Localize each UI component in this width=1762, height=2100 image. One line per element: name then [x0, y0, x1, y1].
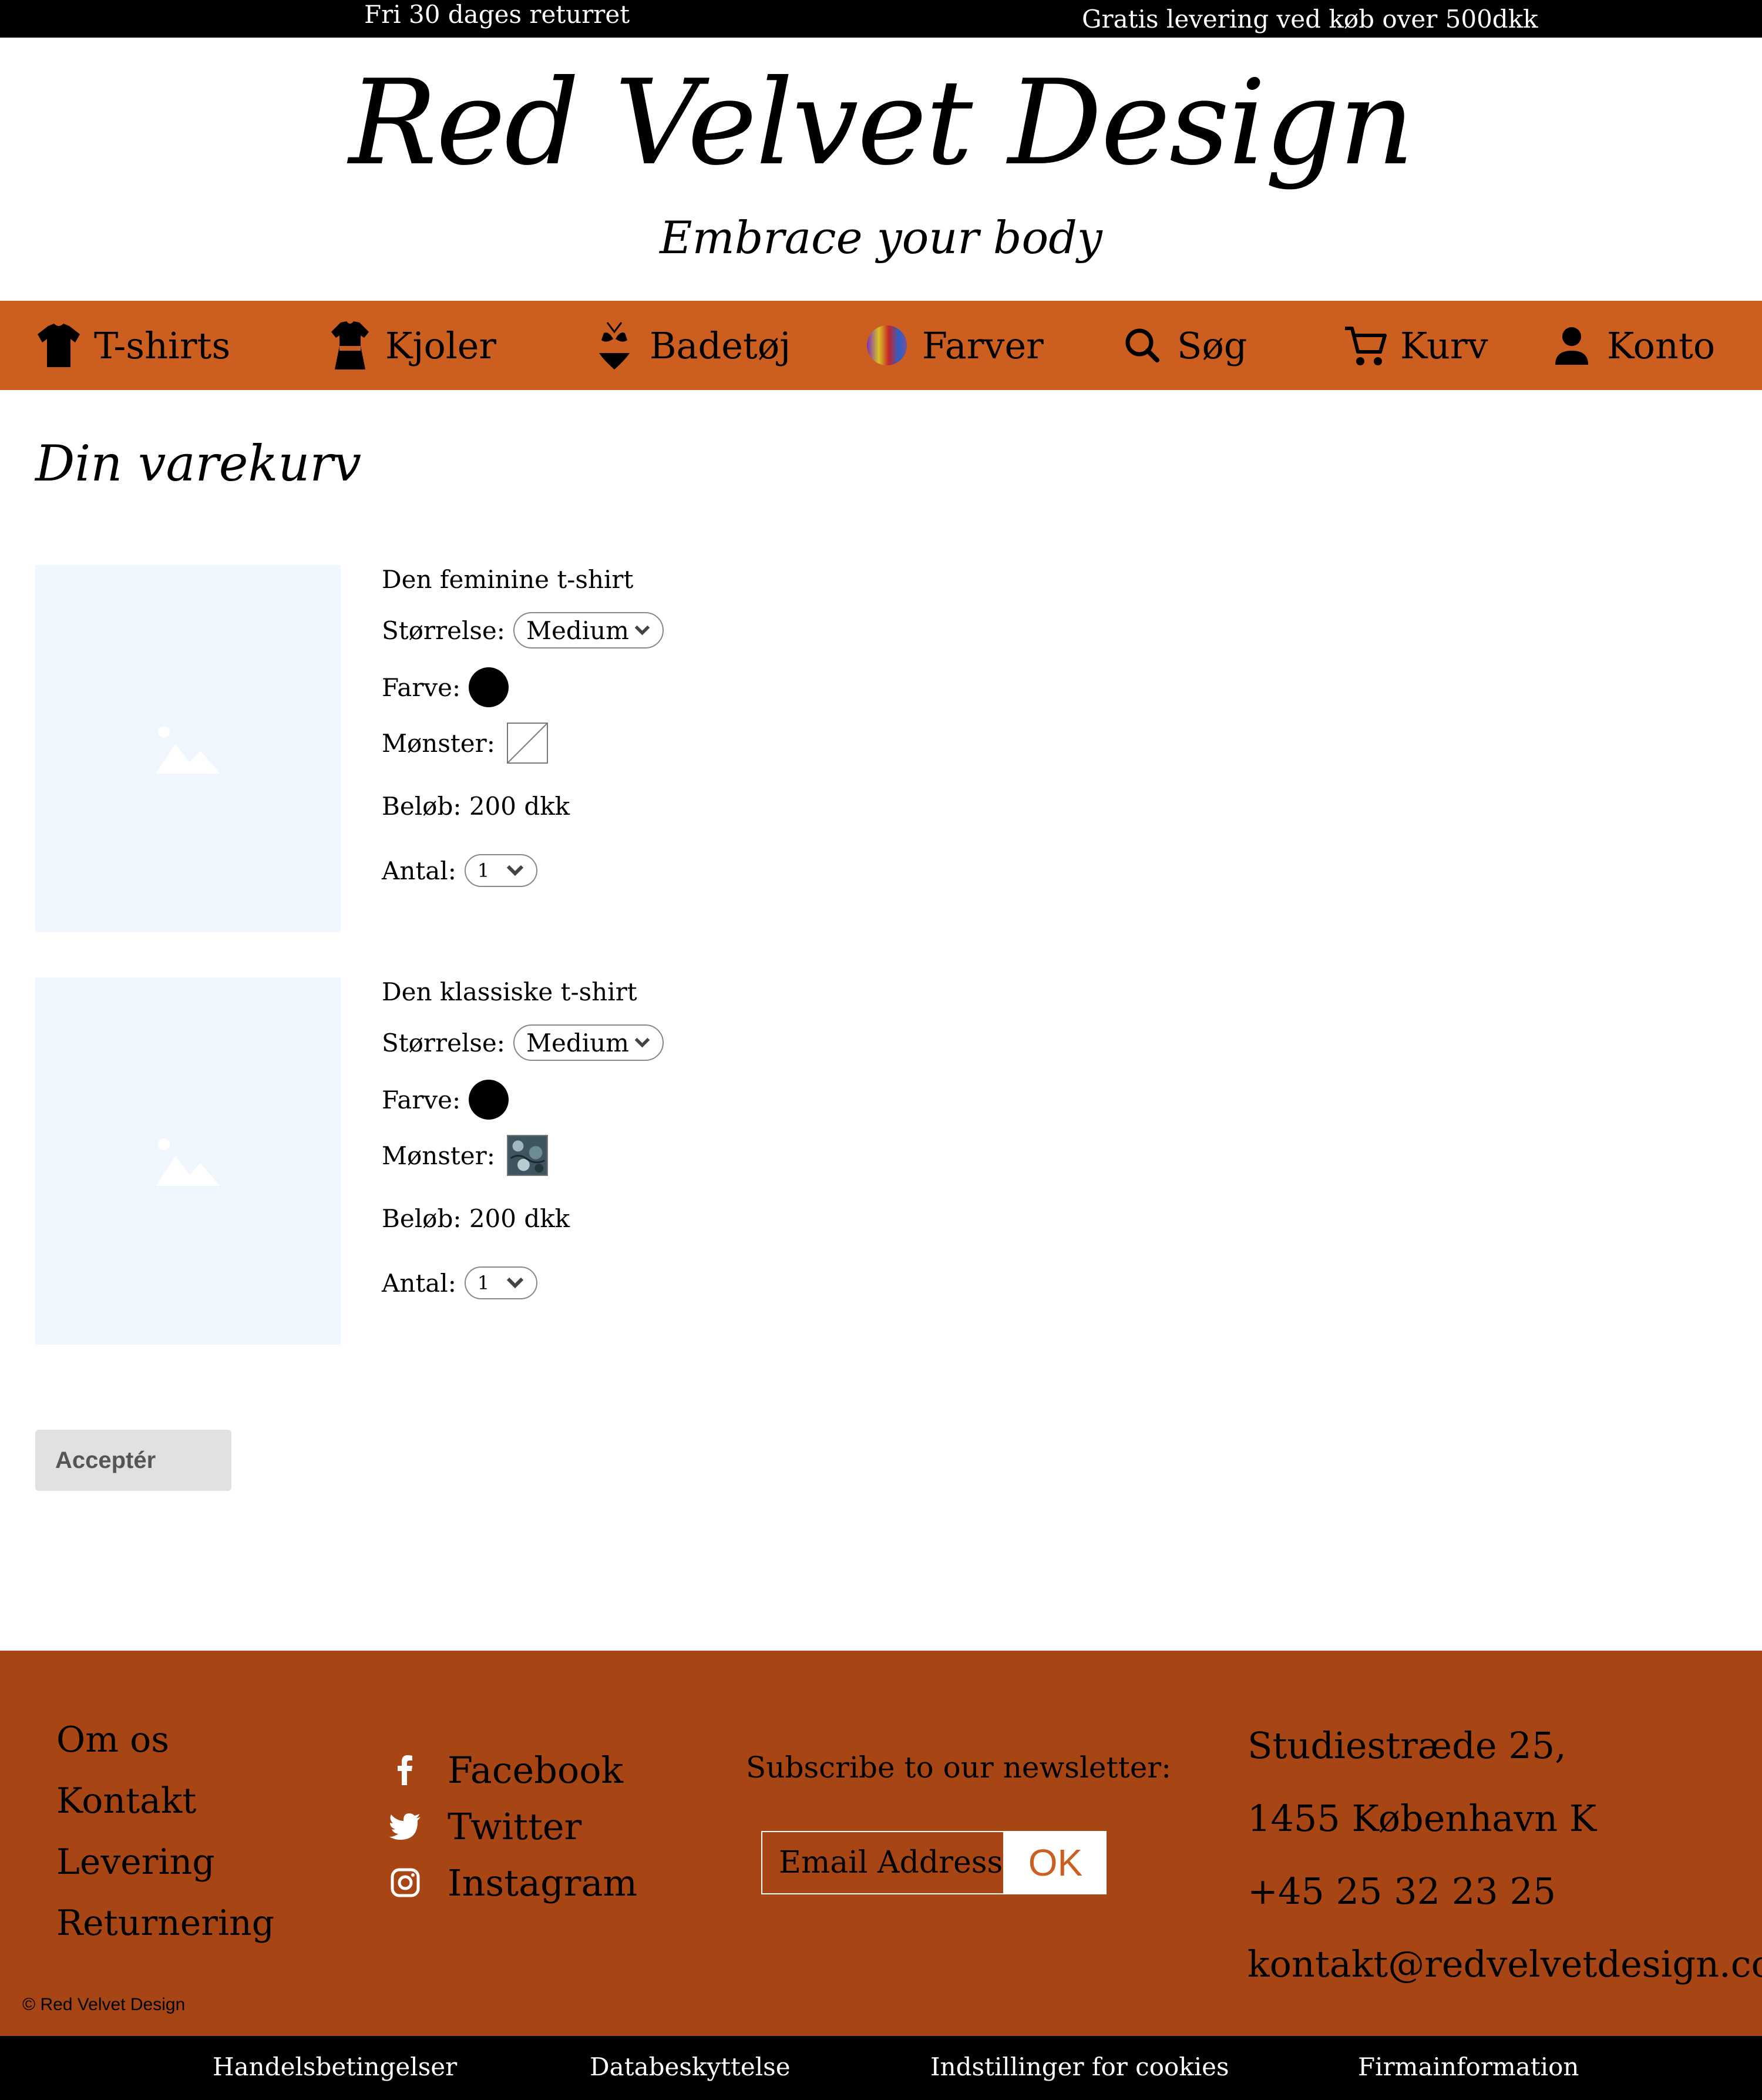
pattern-swatch-none[interactable] — [506, 723, 548, 764]
nav-item-label: Søg — [1177, 324, 1247, 367]
nav-item-label: Kjoler — [385, 324, 497, 367]
quantity-select[interactable]: 1 — [464, 1266, 537, 1299]
size-value: Medium — [526, 616, 630, 645]
address-city: 1455 København K — [1247, 1797, 1597, 1840]
nav-item-label: Kurv — [1400, 324, 1488, 367]
site-tagline: Embrace your body — [660, 211, 1102, 264]
size-select[interactable]: Medium — [513, 1024, 664, 1061]
nav-item-label: T-shirts — [94, 324, 231, 367]
instagram-icon — [388, 1865, 423, 1900]
social-label: Facebook — [448, 1748, 624, 1792]
social-link-twitter[interactable]: Twitter — [388, 1798, 637, 1854]
image-placeholder-icon — [156, 1138, 220, 1186]
search-icon — [1118, 319, 1165, 372]
nav-item-label: Farver — [922, 324, 1044, 367]
quantity-label: Antal: — [382, 856, 456, 885]
contact-address: Studiestræde 25, 1455 København K +45 25… — [1247, 1709, 1762, 2001]
main-navigation: T-shirts Kjoler Badetøj Farver Søg Kurv — [0, 301, 1762, 390]
returns-notice: Fri 30 dages returret — [364, 0, 630, 29]
social-link-instagram[interactable]: Instagram — [388, 1854, 637, 1911]
nav-item-konto[interactable]: Konto — [1548, 301, 1715, 390]
legal-bar: Handelsbetingelser Databeskyttelse Indst… — [0, 2036, 1762, 2100]
footer-link-contact[interactable]: Kontakt — [56, 1770, 274, 1832]
newsletter-form: Email Address OK — [761, 1831, 1107, 1894]
tshirt-icon — [35, 319, 82, 372]
nav-item-tshirts[interactable]: T-shirts — [35, 301, 230, 390]
product-name: Den klassiske t-shirt — [382, 977, 637, 1006]
top-announcement-bar: Fri 30 dages returret Gratis levering ve… — [0, 0, 1762, 38]
size-select[interactable]: Medium — [513, 612, 664, 649]
chevron-down-icon — [634, 1037, 650, 1048]
product-image-placeholder — [35, 565, 341, 932]
free-delivery-notice: Gratis levering ved køb over 500dkk — [1082, 5, 1538, 33]
address-street: Studiestræde 25, — [1247, 1724, 1566, 1767]
pattern-label: Mønster: — [382, 1141, 495, 1170]
site-logo[interactable]: Red Velvet Design — [0, 53, 1762, 194]
quantity-label: Antal: — [382, 1268, 456, 1298]
link-terms[interactable]: Handelsbetingelser — [213, 2052, 457, 2081]
social-label: Instagram — [448, 1861, 638, 1904]
price: Beløb: 200 dkk — [382, 792, 570, 821]
footer-link-returns[interactable]: Returnering — [56, 1893, 274, 1954]
quantity-value: 1 — [477, 1272, 490, 1294]
page-title: Din varekurv — [35, 435, 362, 492]
social-link-facebook[interactable]: Facebook — [388, 1742, 637, 1798]
price: Beløb: 200 dkk — [382, 1204, 570, 1233]
link-company-info[interactable]: Firmainformation — [1358, 2052, 1579, 2081]
newsletter-submit-button[interactable]: OK — [1004, 1831, 1107, 1894]
pattern-swatch-floral[interactable] — [506, 1135, 548, 1176]
product-name: Den feminine t-shirt — [382, 565, 634, 594]
cart-icon — [1341, 319, 1388, 372]
link-cookie-settings[interactable]: Indstillinger for cookies — [930, 2052, 1229, 2081]
link-privacy[interactable]: Databeskyttelse — [590, 2052, 791, 2081]
copyright: © Red Velvet Design — [22, 1995, 186, 2014]
social-links: Facebook Twitter Instagram — [388, 1742, 637, 1911]
email-field[interactable]: Email Address — [761, 1831, 1004, 1894]
chevron-down-icon — [506, 1277, 524, 1289]
dress-icon — [327, 319, 374, 372]
color-swatch-icon — [863, 319, 910, 372]
size-label: Størrelse: — [382, 616, 505, 645]
email-address[interactable]: kontakt@redvelvetdesign.com — [1247, 1928, 1762, 2001]
social-label: Twitter — [448, 1805, 582, 1848]
nav-item-kurv[interactable]: Kurv — [1341, 301, 1488, 390]
color-label: Farve: — [382, 1085, 461, 1114]
nav-item-kjoler[interactable]: Kjoler — [327, 301, 496, 390]
twitter-icon — [388, 1809, 423, 1844]
size-label: Størrelse: — [382, 1028, 505, 1057]
site-footer: Om os Kontakt Levering Returnering Faceb… — [0, 1651, 1762, 2036]
newsletter-label: Subscribe to our newsletter: — [746, 1750, 1172, 1785]
accept-button[interactable]: Acceptér — [35, 1430, 231, 1491]
size-value: Medium — [526, 1028, 630, 1057]
facebook-icon — [388, 1752, 423, 1787]
quantity-value: 1 — [477, 859, 490, 882]
chevron-down-icon — [634, 625, 650, 636]
product-image-placeholder — [35, 977, 341, 1345]
footer-links: Om os Kontakt Levering Returnering — [56, 1709, 274, 1954]
nav-item-badetoj[interactable]: Badetøj — [591, 301, 791, 390]
pattern-label: Mønster: — [382, 728, 495, 758]
nav-item-sog[interactable]: Søg — [1118, 301, 1247, 390]
quantity-select[interactable]: 1 — [464, 854, 537, 887]
nav-item-label: Badetøj — [650, 324, 791, 367]
color-label: Farve: — [382, 673, 461, 702]
footer-link-delivery[interactable]: Levering — [56, 1832, 274, 1893]
color-swatch[interactable] — [469, 667, 509, 707]
bikini-icon — [591, 319, 638, 372]
nav-item-label: Konto — [1607, 324, 1716, 367]
color-swatch[interactable] — [469, 1080, 509, 1120]
phone-number[interactable]: +45 25 32 23 25 — [1247, 1855, 1762, 1928]
account-icon — [1548, 319, 1595, 372]
footer-link-about[interactable]: Om os — [56, 1709, 274, 1770]
image-placeholder-icon — [156, 726, 220, 774]
chevron-down-icon — [506, 865, 524, 876]
nav-item-farver[interactable]: Farver — [863, 301, 1044, 390]
